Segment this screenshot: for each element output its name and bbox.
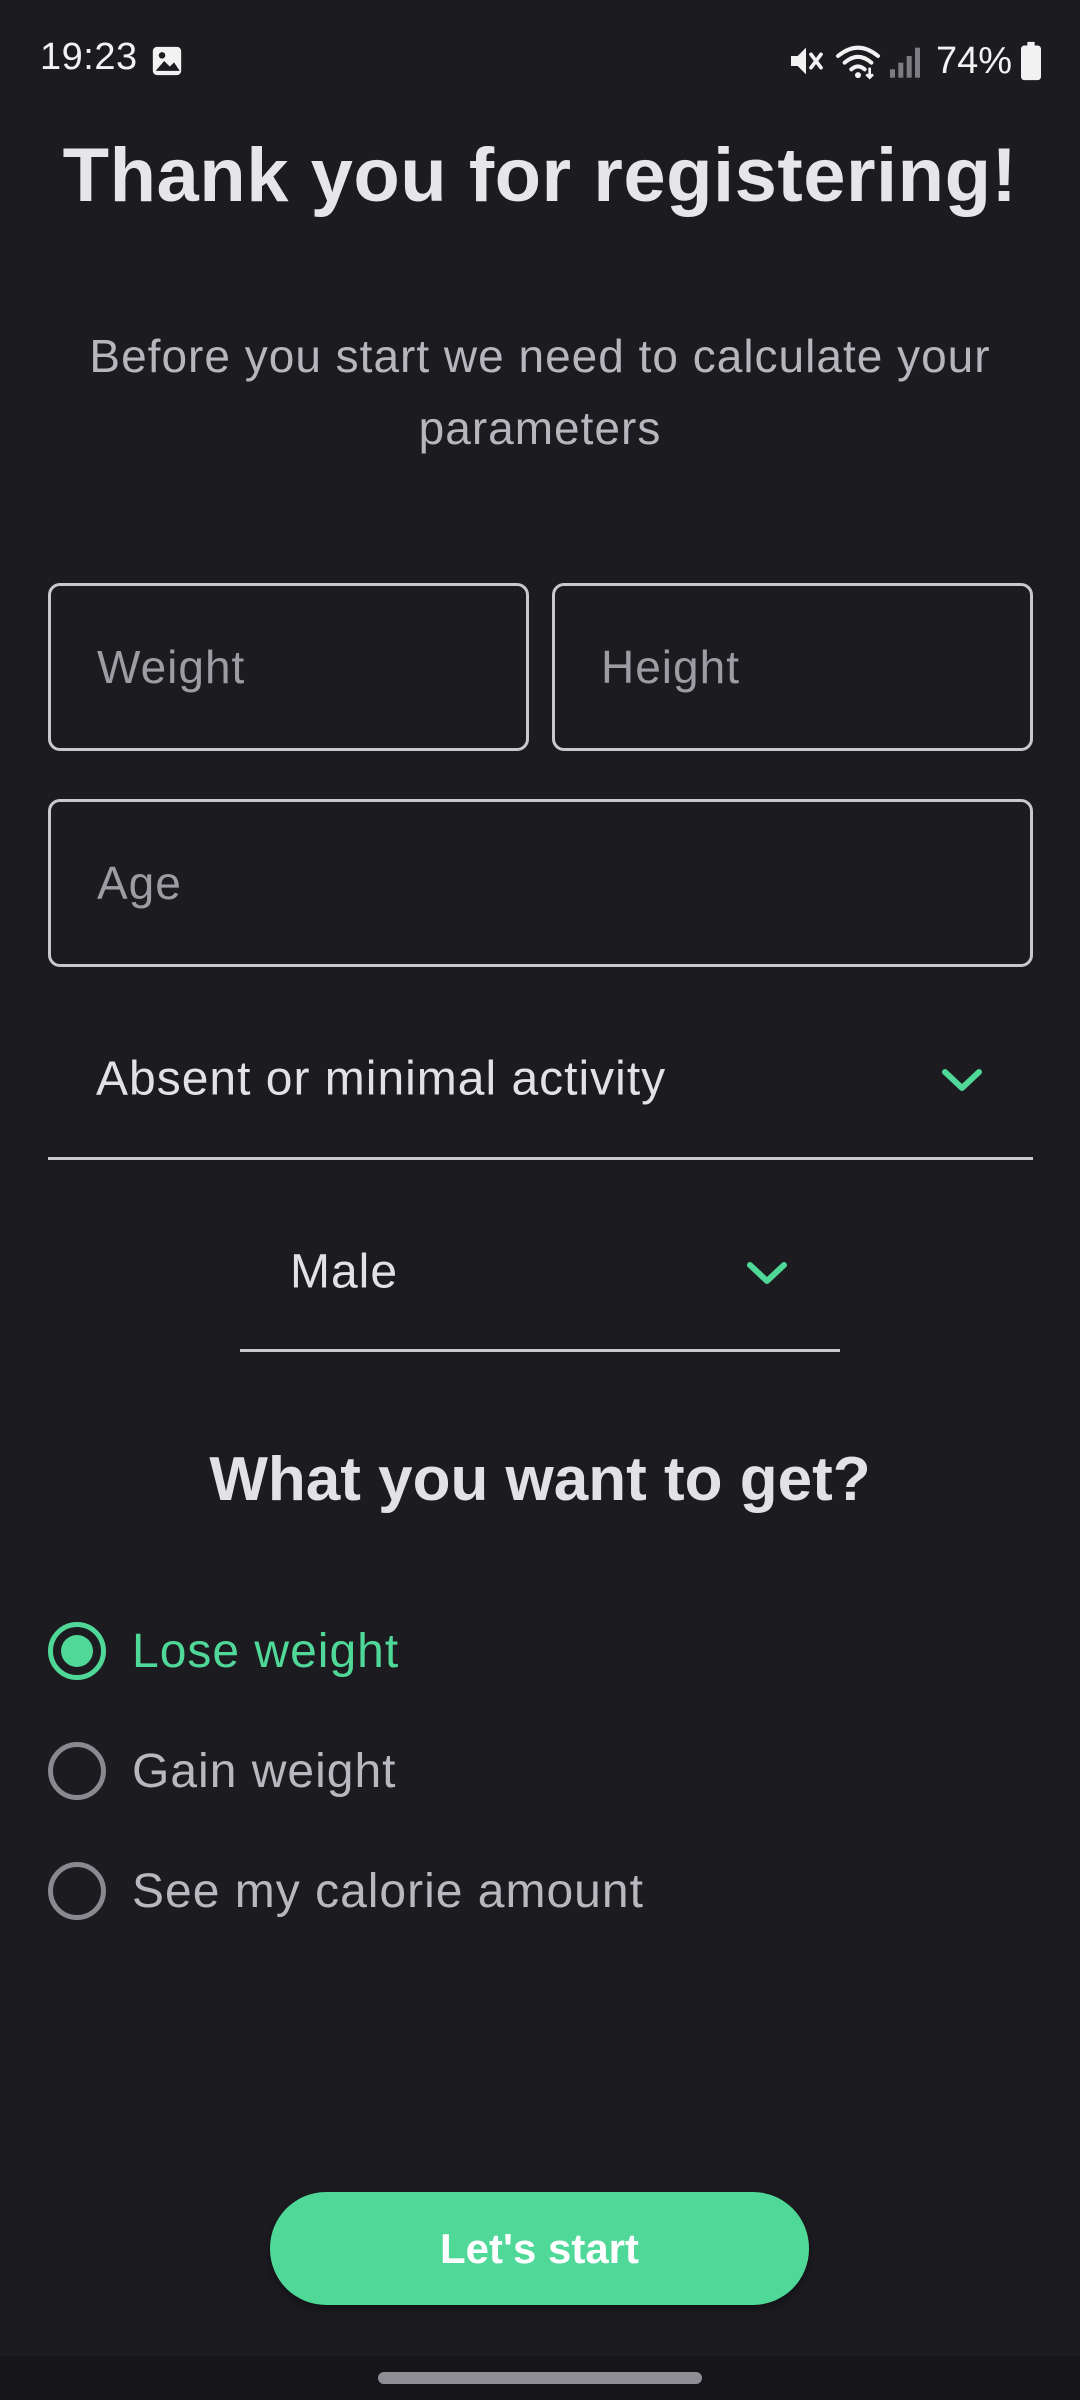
gender-selected-value: Male <box>290 1245 399 1298</box>
weight-input[interactable] <box>51 586 526 748</box>
chevron-down-icon <box>747 1261 787 1284</box>
goal-heading: What you want to get? <box>209 1445 871 1514</box>
radio-option-lose-weight[interactable]: Lose weight <box>48 1611 399 1691</box>
status-icons: 74% <box>786 36 1042 86</box>
wifi-icon <box>835 45 880 80</box>
status-bar: 19:23 74% <box>0 0 1080 124</box>
activity-selected-value: Absent or minimal activity <box>96 1052 667 1105</box>
radio-button-checked[interactable] <box>48 1622 106 1680</box>
battery-icon <box>1021 41 1041 81</box>
radio-button[interactable] <box>48 1742 106 1800</box>
height-input[interactable] <box>555 586 1030 748</box>
home-indicator[interactable] <box>378 2372 702 2384</box>
page-title: Thank you for registering! <box>62 133 1018 218</box>
radio-label: Lose weight <box>132 1624 400 1678</box>
navigation-bar <box>0 2356 1080 2400</box>
gender-dropdown[interactable]: Male <box>240 1194 840 1352</box>
weight-field[interactable] <box>48 583 529 751</box>
height-field[interactable] <box>552 583 1033 751</box>
battery-percent: 74% <box>935 39 1012 82</box>
radio-option-gain-weight[interactable]: Gain weight <box>48 1731 396 1811</box>
mute-icon <box>790 47 823 75</box>
status-time: 19:23 <box>40 36 138 78</box>
radio-label: See my calorie amount <box>132 1864 644 1918</box>
chevron-down-icon <box>942 1068 982 1091</box>
radio-option-see-calories[interactable]: See my calorie amount <box>48 1851 644 1931</box>
radio-button[interactable] <box>48 1862 106 1920</box>
radio-label: Gain weight <box>132 1744 397 1798</box>
page-subtitle: Before you start we need to calculate yo… <box>89 330 991 454</box>
activity-dropdown[interactable]: Absent or minimal activity <box>48 1000 1033 1160</box>
gallery-icon <box>152 46 182 76</box>
lets-start-button[interactable]: Let's start <box>270 2192 809 2305</box>
signal-icon <box>889 47 920 78</box>
age-input[interactable] <box>51 802 1030 964</box>
age-field[interactable] <box>48 799 1033 967</box>
